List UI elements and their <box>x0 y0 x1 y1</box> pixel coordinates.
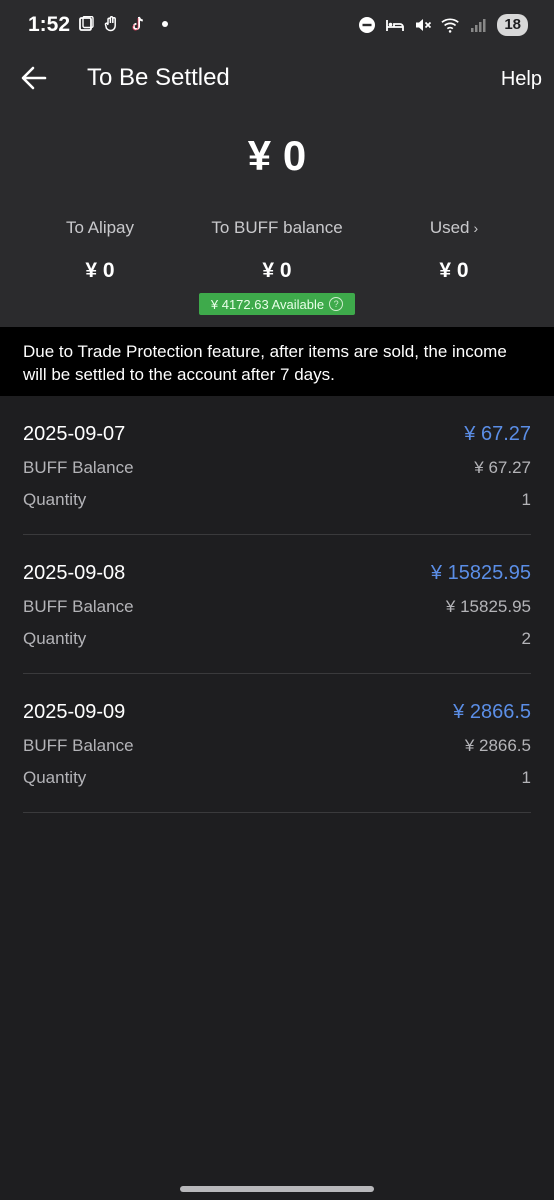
help-button[interactable]: Help <box>501 68 542 91</box>
to-buff-balance-label: To BUFF balance <box>211 218 343 237</box>
to-alipay-label: To Alipay <box>65 218 135 237</box>
notification-dot <box>162 21 168 27</box>
record-balance-label: BUFF Balance <box>23 736 134 755</box>
list-item[interactable]: 2025-09-09 ¥ 2866.5 BUFF Balance ¥ 2866.… <box>23 674 531 813</box>
record-balance-label: BUFF Balance <box>23 458 134 477</box>
to-buff-balance-value: ¥ 0 <box>262 259 292 282</box>
record-quantity-value: 2 <box>521 629 531 648</box>
record-date: 2025-09-08 <box>23 562 126 584</box>
used-label-text: Used <box>429 218 470 237</box>
battery-indicator: 18 <box>497 14 528 36</box>
hand-icon <box>102 14 122 34</box>
available-badge[interactable]: ¥ 4172.63 Available ? <box>199 293 355 315</box>
screenshot-icon <box>76 14 96 34</box>
wifi-icon <box>441 15 461 35</box>
to-buff-balance-column: To BUFF balance ¥ 0 <box>187 218 367 283</box>
dnd-icon <box>357 15 377 35</box>
settle-total-amount: ¥ 0 <box>247 132 307 179</box>
chevron-right-icon: › <box>473 220 479 236</box>
bed-icon <box>385 15 405 35</box>
record-quantity-value: 1 <box>521 768 531 787</box>
record-quantity-label: Quantity <box>23 768 87 787</box>
record-balance-value: ¥ 67.27 <box>474 458 531 477</box>
list-item[interactable]: 2025-09-08 ¥ 15825.95 BUFF Balance ¥ 158… <box>23 535 531 674</box>
status-time: 1:52 <box>28 13 71 36</box>
mute-icon <box>413 15 433 35</box>
record-balance-value: ¥ 2866.5 <box>464 736 531 755</box>
used-label[interactable]: Used › <box>364 218 544 238</box>
record-quantity-label: Quantity <box>23 629 87 648</box>
to-alipay-value: ¥ 0 <box>85 259 115 282</box>
record-total: ¥ 15825.95 <box>430 562 531 584</box>
record-total: ¥ 67.27 <box>464 423 531 445</box>
status-bar: 1:52 18 <box>0 0 554 52</box>
list-item[interactable]: 2025-09-07 ¥ 67.27 BUFF Balance ¥ 67.27 … <box>23 396 531 535</box>
record-balance-value: ¥ 15825.95 <box>445 597 531 616</box>
signal-icon <box>469 15 489 35</box>
record-balance-label: BUFF Balance <box>23 597 134 616</box>
to-alipay-column: To Alipay ¥ 0 <box>10 218 190 283</box>
tiktok-icon <box>128 14 148 34</box>
back-arrow-icon[interactable] <box>20 64 48 92</box>
settlement-list: 2025-09-07 ¥ 67.27 BUFF Balance ¥ 67.27 … <box>23 396 531 813</box>
available-text: ¥ 4172.63 Available <box>210 296 325 312</box>
record-total: ¥ 2866.5 <box>453 701 531 723</box>
home-indicator[interactable] <box>180 1186 374 1192</box>
record-date: 2025-09-09 <box>23 701 126 723</box>
record-date: 2025-09-07 <box>23 423 126 445</box>
page-title: To Be Settled <box>87 64 230 91</box>
question-icon: ? <box>329 297 344 311</box>
record-quantity-label: Quantity <box>23 490 87 509</box>
app-bar: To Be Settled Help <box>0 52 554 104</box>
used-column[interactable]: Used › ¥ 0 <box>364 218 544 283</box>
trade-protection-notice: Due to Trade Protection feature, after i… <box>0 327 554 396</box>
record-quantity-value: 1 <box>521 490 531 509</box>
used-value: ¥ 0 <box>439 259 469 282</box>
